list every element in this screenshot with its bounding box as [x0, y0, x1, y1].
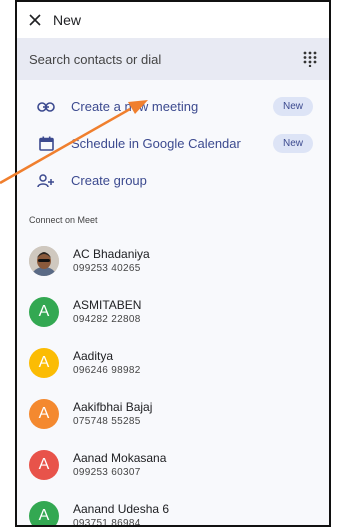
- avatar-initial: A: [38, 404, 50, 422]
- avatar-initial: A: [38, 455, 50, 473]
- close-button[interactable]: [17, 2, 53, 38]
- avatar: A: [29, 449, 59, 480]
- avatar-initial: A: [38, 353, 50, 371]
- contact-name: AC Bhadaniya: [73, 246, 150, 261]
- contact-row[interactable]: A Aanad Mokasana 099253 60307: [17, 439, 329, 490]
- schedule-calendar-label: Schedule in Google Calendar: [71, 136, 241, 151]
- dialpad-icon: [303, 51, 317, 67]
- contact-row[interactable]: A Aanand Udesha 6 093751 86984: [17, 490, 329, 527]
- avatar: A: [29, 500, 59, 525]
- contact-row[interactable]: A Aaditya 096246 98982: [17, 337, 329, 388]
- contact-number: 096246 98982: [73, 364, 141, 376]
- create-group-item[interactable]: Create group: [17, 162, 329, 199]
- contact-name: Aakifbhai Bajaj: [73, 399, 153, 414]
- create-group-label: Create group: [71, 173, 147, 188]
- contact-number: 099253 60307: [73, 466, 141, 478]
- link-icon: [35, 96, 57, 118]
- new-badge: New: [272, 97, 313, 116]
- contact-row[interactable]: AC Bhadaniya 099253 40265: [17, 235, 329, 286]
- avatar-initial: A: [38, 506, 50, 524]
- close-icon: [29, 14, 41, 26]
- contact-name: ASMITABEN: [73, 297, 142, 312]
- avatar: [29, 245, 59, 276]
- new-call-screen: New Create a new meeting New Schedule in…: [15, 0, 331, 527]
- avatar: A: [29, 398, 59, 429]
- avatar: A: [29, 347, 59, 378]
- contact-row[interactable]: A Aakifbhai Bajaj 075748 55285: [17, 388, 329, 439]
- action-list: Create a new meeting New Schedule in Goo…: [17, 80, 329, 199]
- avatar: A: [29, 296, 59, 327]
- contact-name: Aanad Mokasana: [73, 450, 167, 465]
- contact-list: AC Bhadaniya 099253 40265 A ASMITABEN 09…: [17, 235, 329, 527]
- section-label: Connect on Meet: [29, 215, 98, 225]
- contact-name: Aanand Udesha 6: [73, 501, 170, 516]
- search-input[interactable]: [29, 51, 301, 67]
- page-title: New: [53, 12, 82, 28]
- contact-row[interactable]: A ASMITABEN 094282 22808: [17, 286, 329, 337]
- new-badge: New: [272, 134, 313, 153]
- contact-number: 093751 86984: [73, 517, 141, 527]
- avatar-initial: A: [38, 302, 50, 320]
- add-group-icon: [35, 170, 57, 192]
- contact-number: 094282 22808: [73, 313, 141, 325]
- contact-number: 099253 40265: [73, 262, 141, 274]
- contact-number: 075748 55285: [73, 415, 141, 427]
- schedule-calendar-item[interactable]: Schedule in Google Calendar New: [17, 125, 329, 162]
- create-meeting-label: Create a new meeting: [71, 99, 199, 114]
- dialpad-button[interactable]: [301, 50, 319, 68]
- calendar-icon: [35, 133, 57, 155]
- create-meeting-item[interactable]: Create a new meeting New: [17, 88, 329, 125]
- contact-name: Aaditya: [73, 348, 114, 363]
- top-bar: New: [17, 2, 329, 38]
- search-bar: [17, 38, 329, 80]
